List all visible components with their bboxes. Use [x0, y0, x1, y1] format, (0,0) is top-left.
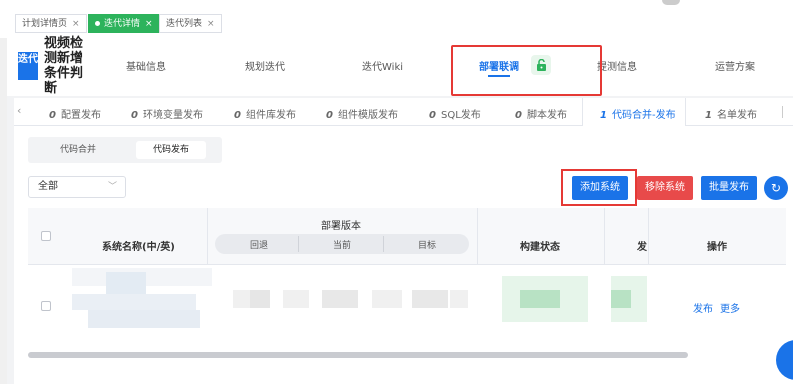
- batch-deploy-button[interactable]: 批量发布: [701, 176, 757, 200]
- segment-code-deploy[interactable]: 代码发布: [136, 141, 206, 159]
- col-divider: [604, 208, 605, 264]
- page-tab-plan-detail[interactable]: 计划详情页 ×: [15, 14, 87, 33]
- sub-tab-component-lib[interactable]: 0 组件库发布: [234, 106, 296, 121]
- left-strip: [0, 38, 7, 384]
- page-tab-label: 迭代列表: [166, 19, 203, 29]
- sub-tab-label: 脚本发布: [526, 110, 567, 121]
- sub-tab-label: 配置发布: [60, 110, 101, 121]
- blurred-cell: [283, 290, 309, 308]
- sub-divider: [298, 236, 299, 252]
- select-all-checkbox[interactable]: [41, 231, 51, 241]
- sub-tab-count: 1: [600, 110, 607, 121]
- row-more-link[interactable]: 更多: [720, 300, 740, 315]
- blurred-cell: [88, 310, 200, 328]
- blurred-cell: [412, 290, 448, 308]
- col-divider: [648, 208, 649, 264]
- blurred-cell: [322, 290, 358, 308]
- col-system-name: 系统名称(中/英): [102, 242, 175, 253]
- chevron-down-icon: ﹀: [107, 182, 117, 192]
- sub-tab-count: 0: [49, 110, 56, 121]
- segment-code-merge[interactable]: 代码合并: [33, 141, 123, 159]
- sub-tab-count: 1: [705, 110, 712, 121]
- active-dot-icon: [95, 21, 100, 26]
- blurred-cell: [450, 290, 468, 308]
- table-right-edge: [786, 208, 793, 358]
- user-icon[interactable]: [662, 0, 680, 5]
- page-tab-iteration-list[interactable]: 迭代列表 ×: [159, 14, 222, 33]
- horizontal-scrollbar[interactable]: [28, 352, 688, 358]
- sub-tab-sql[interactable]: 0 SQL发布: [429, 106, 481, 121]
- chevron-left-icon[interactable]: ‹: [17, 104, 21, 117]
- sub-tab-script[interactable]: 0 脚本发布: [515, 106, 567, 121]
- status-filter-select[interactable]: 全部 ﹀: [28, 176, 126, 198]
- sub-tab-divider: [782, 106, 783, 118]
- sub-tab-component-template[interactable]: 0 组件模版发布: [326, 106, 398, 121]
- close-icon[interactable]: ×: [145, 19, 153, 29]
- blurred-status: [611, 290, 631, 308]
- col-build-status: 构建状态: [520, 242, 560, 253]
- sub-tab-label: 名单发布: [716, 110, 757, 121]
- select-value: 全部: [38, 181, 58, 192]
- blurred-cell: [250, 290, 270, 308]
- blurred-cell: [372, 290, 402, 308]
- row-deploy-link[interactable]: 发布: [693, 300, 713, 315]
- tab-plan-iteration[interactable]: 规划迭代: [245, 58, 285, 73]
- sub-tab-count: 0: [429, 110, 436, 121]
- sub-divider: [383, 236, 384, 252]
- sub-tab-count: 0: [131, 110, 138, 121]
- close-icon[interactable]: ×: [72, 19, 80, 29]
- sub-tab-count: 0: [515, 110, 522, 121]
- col-deploy-version: 部署版本: [321, 221, 361, 232]
- tab-test-info[interactable]: 提测信息: [597, 58, 637, 73]
- sub-tab-label: 环境变量发布: [142, 110, 203, 121]
- col-current: 当前: [333, 241, 352, 251]
- iteration-logo: 迭代: [18, 52, 38, 80]
- sub-tab-config[interactable]: 0 配置发布: [49, 106, 101, 121]
- highlight-box-add-system: [561, 169, 637, 206]
- sub-tab-list-deploy[interactable]: 1 名单发布: [705, 106, 757, 121]
- sub-tab-label: 组件模版发布: [337, 110, 398, 121]
- page-tab-iteration-detail[interactable]: 迭代详情 ×: [88, 14, 160, 33]
- blurred-status: [520, 290, 560, 308]
- remove-system-button[interactable]: 移除系统: [637, 176, 693, 200]
- close-icon[interactable]: ×: [207, 19, 215, 29]
- page-title: 视频检测新增条件判断: [44, 36, 84, 96]
- blurred-cell: [72, 294, 196, 310]
- sub-tab-code-merge-deploy[interactable]: 1 代码合并-发布: [600, 106, 676, 121]
- sub-tab-label: 组件库发布: [245, 110, 296, 121]
- tab-ops-plan[interactable]: 运营方案: [715, 58, 755, 73]
- col-divider: [477, 208, 478, 264]
- refresh-button[interactable]: ↻: [764, 176, 788, 200]
- tab-basic-info[interactable]: 基础信息: [126, 58, 166, 73]
- col-target: 目标: [418, 241, 437, 251]
- row-checkbox[interactable]: [41, 301, 51, 311]
- col-rollback: 回退: [250, 241, 269, 251]
- blurred-cell: [106, 272, 146, 294]
- page-tab-label: 计划详情页: [22, 19, 68, 29]
- page-tab-label: 迭代详情: [104, 19, 141, 29]
- sub-tab-label: 代码合并-发布: [611, 110, 676, 121]
- sub-tab-env[interactable]: 0 环境变量发布: [131, 106, 203, 121]
- highlight-box-deploy-tab: [451, 45, 602, 96]
- refresh-icon: ↻: [770, 181, 782, 195]
- sub-tab-count: 0: [326, 110, 333, 121]
- col-deploy: 发: [637, 242, 647, 253]
- tab-iteration-wiki[interactable]: 迭代Wiki: [362, 58, 403, 73]
- col-operations: 操作: [707, 242, 727, 253]
- sub-tab-count: 0: [234, 110, 241, 121]
- col-divider: [207, 208, 208, 264]
- sub-tab-label: SQL发布: [440, 110, 481, 121]
